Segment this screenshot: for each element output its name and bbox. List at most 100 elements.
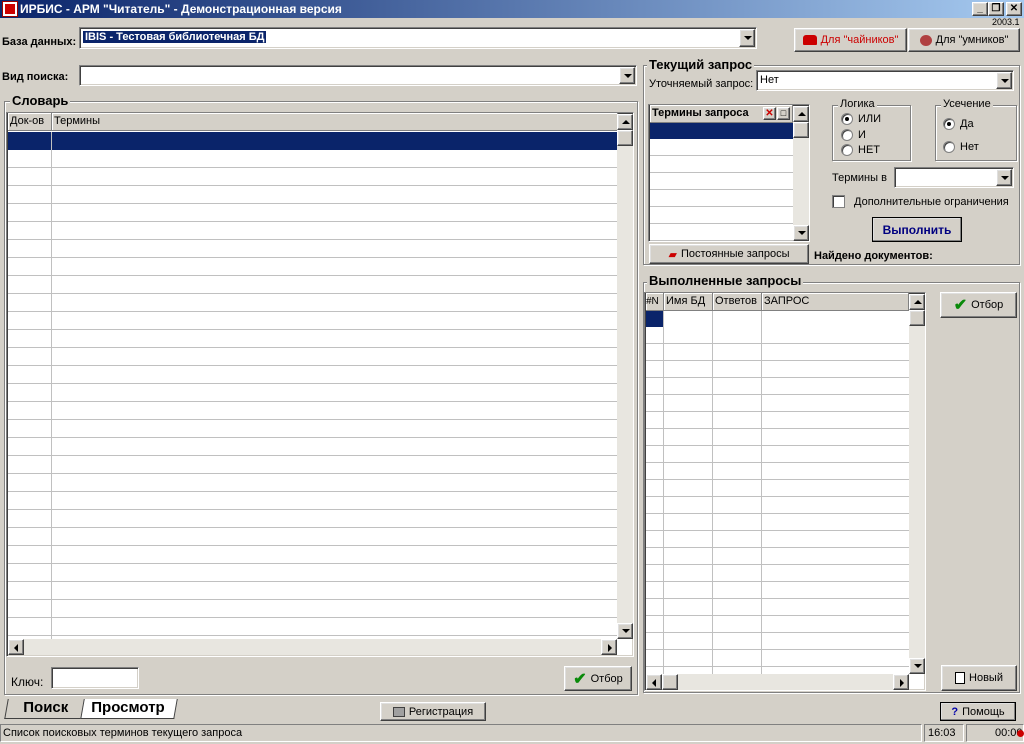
saved-queries-button[interactable]: ▰ Постоянные запросы: [649, 244, 809, 264]
scroll-right-button[interactable]: [601, 639, 617, 655]
grid-row-line: [8, 401, 617, 402]
exec-scroll-right[interactable]: [893, 674, 909, 690]
smart-button[interactable]: Для "умников": [908, 28, 1020, 52]
terms-in-label: Термины в: [832, 172, 887, 184]
executed-select-button[interactable]: ✔ Отбор: [940, 292, 1017, 318]
exec-scroll-up[interactable]: [909, 294, 925, 310]
trunc-yes-radio[interactable]: [943, 118, 955, 130]
scroll-thumb[interactable]: [617, 130, 633, 146]
query-terms-vscrollbar[interactable]: [793, 106, 809, 241]
dummies-button[interactable]: Для "чайников": [794, 28, 907, 52]
grid-row-line: [646, 428, 909, 429]
restore-button[interactable]: ❐: [988, 2, 1004, 16]
grid-row-line: [8, 617, 617, 618]
terms-scroll-down[interactable]: [793, 225, 809, 241]
close-button[interactable]: ✕: [1006, 2, 1022, 16]
new-term-icon[interactable]: □: [777, 107, 790, 120]
refine-dropdown-button[interactable]: [996, 72, 1012, 89]
delete-term-icon[interactable]: ✕: [763, 107, 776, 120]
window-title: ИРБИС - АРМ "Читатель" - Демонстрационна…: [20, 2, 342, 16]
exec-scroll-left[interactable]: [646, 674, 662, 690]
grid-row-line: [8, 293, 617, 294]
scroll-left-button[interactable]: [8, 639, 24, 655]
grid-row-line: [646, 615, 909, 616]
tab-search[interactable]: Поиск: [4, 699, 86, 719]
grid-row-line: [8, 455, 617, 456]
grid-row-line: [646, 547, 909, 548]
col-dbname-header[interactable]: Имя БД: [664, 293, 713, 311]
grid-row-line: [8, 509, 617, 510]
col-docs-header[interactable]: Док-ов: [8, 113, 52, 131]
executed-selected-cell[interactable]: [646, 311, 664, 327]
col-answers-header[interactable]: Ответов: [713, 293, 762, 311]
grid-row-line: [650, 189, 793, 190]
search-type-dropdown-button[interactable]: [619, 67, 635, 84]
grid-row-line: [646, 581, 909, 582]
tabs-bar: Поиск Просмотр Регистрация ? Помощь: [0, 697, 1024, 721]
db-select[interactable]: IBIS - Тестовая библиотечная БД: [79, 27, 757, 49]
selected-row[interactable]: [8, 132, 617, 150]
exec-scroll-thumb[interactable]: [909, 310, 925, 326]
logic-and-radio[interactable]: [841, 129, 853, 141]
grid-row-line: [646, 496, 909, 497]
minimize-button[interactable]: _: [972, 2, 988, 16]
grid-row-line: [8, 185, 617, 186]
scroll-down-button[interactable]: [617, 623, 633, 639]
grid-row-line: [646, 479, 909, 480]
col-terms-header[interactable]: Термины: [52, 113, 618, 131]
key-input[interactable]: [51, 667, 139, 689]
dictionary-grid[interactable]: Док-ов Термины: [6, 112, 634, 657]
grid-row-line: [646, 666, 909, 667]
db-dropdown-button[interactable]: [739, 29, 755, 47]
kettle-icon: [802, 35, 817, 45]
dummies-label: Для "чайников": [820, 34, 899, 46]
query-terms-header-label: Термины запроса: [652, 107, 749, 119]
executed-grid[interactable]: #N Имя БД Ответов ЗАПРОС: [644, 292, 926, 691]
terms-scroll-thumb[interactable]: [793, 122, 809, 138]
executed-hscrollbar[interactable]: [646, 674, 909, 690]
grid-row-line: [8, 239, 617, 240]
logic-and-label: И: [858, 129, 866, 141]
run-button[interactable]: Выполнить: [872, 217, 962, 242]
grid-row-line: [8, 203, 617, 204]
tab-view[interactable]: Просмотр: [80, 699, 178, 719]
dictionary-hscrollbar[interactable]: [8, 639, 617, 655]
exec-hscroll-thumb[interactable]: [662, 674, 678, 690]
scroll-up-button[interactable]: [617, 114, 633, 130]
terms-scroll-up[interactable]: [793, 106, 809, 122]
search-type-select[interactable]: [79, 65, 637, 86]
col-query-header[interactable]: ЗАПРОС: [762, 293, 909, 311]
exec-checkmark-icon: ✔: [953, 297, 968, 314]
grid-row-line: [646, 462, 909, 463]
status-text-panel: Список поисковых терминов текущего запро…: [0, 724, 922, 742]
query-term-selected-row[interactable]: [650, 123, 793, 139]
refine-select[interactable]: Нет: [756, 70, 1014, 91]
tab-search-label: Поиск: [23, 699, 69, 716]
extra-limits-checkbox[interactable]: [832, 195, 845, 208]
terms-in-dropdown-button[interactable]: [996, 169, 1012, 186]
query-terms-list[interactable]: Термины запроса ✕ □: [648, 104, 810, 242]
refine-value: Нет: [760, 74, 779, 86]
grid-row-line: [646, 360, 909, 361]
status-bar: Список поисковых терминов текущего запро…: [0, 723, 1024, 744]
registration-button[interactable]: Регистрация: [380, 702, 486, 721]
logic-or-radio[interactable]: [841, 113, 853, 125]
dict-select-button[interactable]: ✔ Отбор: [564, 666, 632, 691]
trunc-no-radio[interactable]: [943, 141, 955, 153]
new-query-button[interactable]: Новый: [941, 665, 1017, 691]
extra-limits-label: Дополнительные ограничения: [854, 196, 1009, 208]
dictionary-title: Словарь: [10, 93, 71, 108]
executed-select-label: Отбор: [971, 299, 1004, 311]
terms-in-select[interactable]: [894, 167, 1014, 188]
grid-row-line: [8, 473, 617, 474]
logic-not-radio[interactable]: [841, 144, 853, 156]
exec-scroll-down[interactable]: [909, 658, 925, 674]
help-button[interactable]: ? Помощь: [940, 702, 1016, 721]
grid-row-line: [650, 206, 793, 207]
col-n-header[interactable]: #N: [646, 293, 664, 311]
grid-row-line: [646, 513, 909, 514]
checkmark-icon: ✔: [573, 670, 587, 688]
dictionary-vscrollbar[interactable]: [617, 114, 633, 639]
executed-vscrollbar[interactable]: [909, 294, 925, 674]
grid-row-line: [646, 343, 909, 344]
